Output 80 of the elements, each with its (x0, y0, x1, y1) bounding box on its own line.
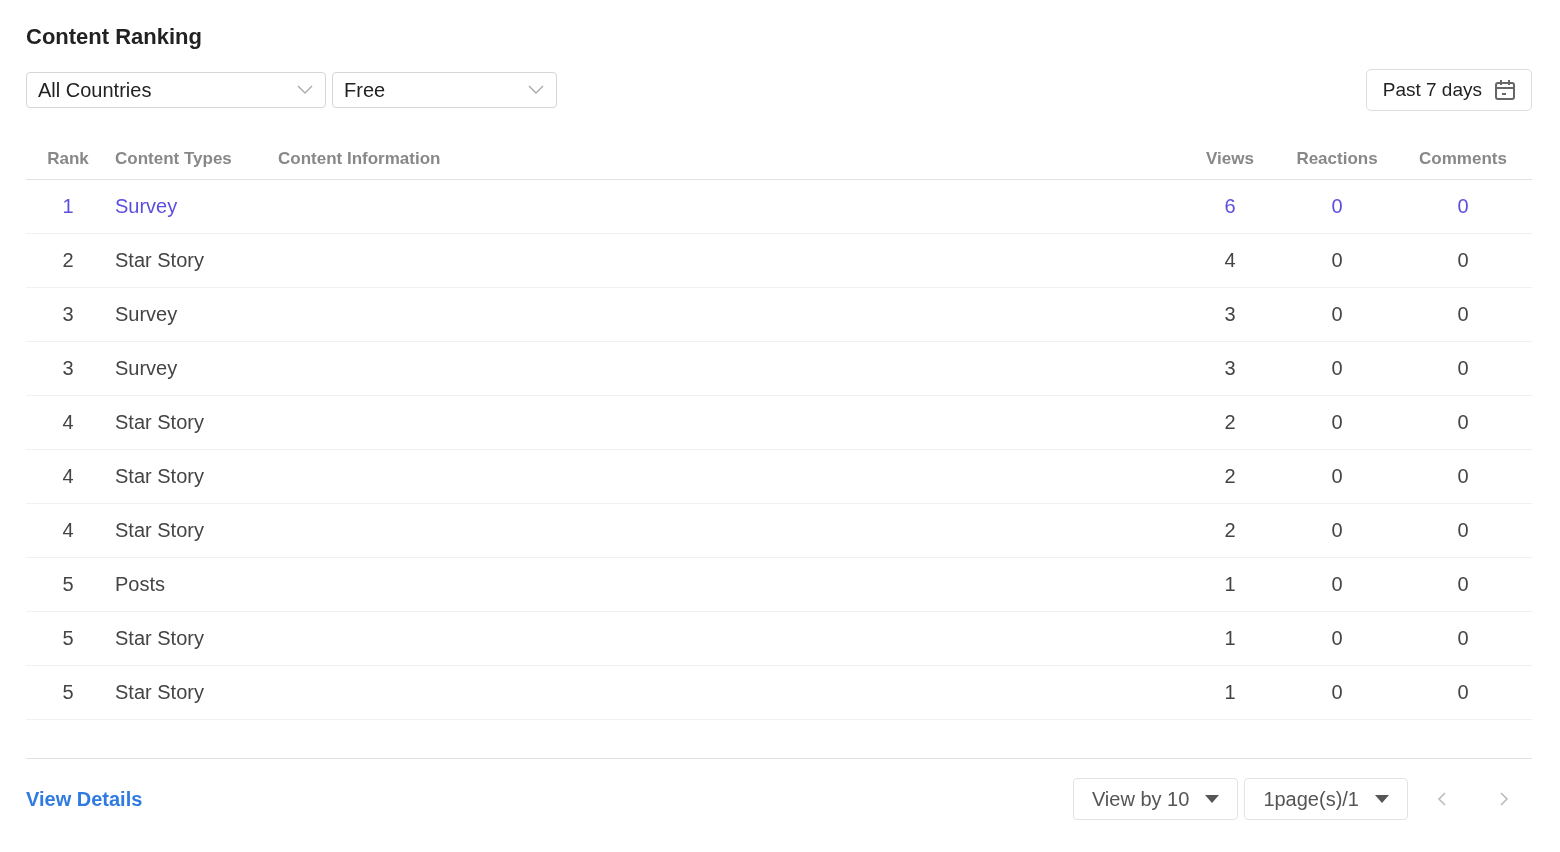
view-details-link[interactable]: View Details (26, 787, 143, 811)
table-cell: 0 (1457, 303, 1469, 326)
column-header: Comments (1419, 148, 1507, 169)
table-cell: 4 (62, 465, 74, 488)
calendar-icon (1494, 79, 1516, 101)
table-cell: 0 (1331, 681, 1343, 704)
table-cell: Survey (115, 195, 178, 218)
table-cell: 0 (1457, 249, 1469, 272)
table-cell: Star Story (115, 681, 204, 704)
chevron-down-icon (297, 85, 313, 95)
column-header: Reactions (1296, 148, 1378, 169)
table-row[interactable]: 5 Posts 1 0 0 (26, 558, 1532, 612)
table-cell: Survey (115, 303, 178, 326)
table-cell: 2 (1224, 465, 1236, 488)
table-cell: 3 (62, 303, 74, 326)
table-cell: Survey (115, 357, 178, 380)
table-row[interactable]: 4 Star Story 2 0 0 (26, 450, 1532, 504)
table-cell: 0 (1331, 357, 1343, 380)
table-row[interactable]: 4 Star Story 2 0 0 (26, 396, 1532, 450)
table-cell: 0 (1457, 195, 1469, 218)
table-cell: 4 (62, 519, 74, 542)
table-cell: 0 (1457, 411, 1469, 434)
table-row[interactable]: 3 Survey 3 0 0 (26, 288, 1532, 342)
column-header: Views (1206, 148, 1254, 169)
table-cell: 0 (1457, 357, 1469, 380)
column-header: Content Types (115, 148, 232, 169)
table-cell: 2 (1224, 519, 1236, 542)
caret-down-icon (1375, 795, 1389, 803)
table-cell: 5 (62, 573, 74, 596)
table-cell: 0 (1331, 573, 1343, 596)
chevron-down-icon (528, 85, 544, 95)
table-cell: 0 (1331, 411, 1343, 434)
date-range-button[interactable]: Past 7 days (1365, 69, 1532, 111)
column-header: Rank (47, 148, 89, 169)
table-cell: 1 (62, 195, 74, 218)
chevron-right-icon (1499, 792, 1509, 806)
table-cell: 5 (62, 681, 74, 704)
page-dropdown[interactable]: 1page(s)/1 (1244, 778, 1408, 820)
table-cell: 1 (1224, 627, 1236, 650)
table-cell: 2 (62, 249, 74, 272)
table-cell: 6 (1224, 195, 1236, 218)
table-row[interactable]: 5 Star Story 1 0 0 (26, 666, 1532, 720)
table-cell: 2 (1224, 411, 1236, 434)
table-row[interactable]: 3 Survey 3 0 0 (26, 342, 1532, 396)
table-row[interactable]: 1 Survey 6 0 0 (26, 180, 1532, 234)
table-cell: 0 (1457, 681, 1469, 704)
table-cell: 3 (62, 357, 74, 380)
table-cell: 4 (1224, 249, 1236, 272)
table-cell: Posts (115, 573, 166, 596)
table-cell: 4 (62, 411, 74, 434)
page-size-dropdown[interactable]: View by 10 (1072, 778, 1239, 820)
filter-dropdown[interactable]: All Countries (26, 72, 326, 108)
column-header: Content Information (278, 148, 441, 169)
table-row[interactable]: 2 Star Story 4 0 0 (26, 234, 1532, 288)
table-cell: Star Story (115, 249, 204, 272)
table-cell: 0 (1331, 465, 1343, 488)
table-cell: 0 (1331, 249, 1343, 272)
table-cell: 0 (1457, 627, 1469, 650)
table-cell: 0 (1331, 627, 1343, 650)
caret-down-icon (1205, 795, 1220, 803)
table-cell: Star Story (115, 411, 204, 434)
table-cell: 0 (1457, 465, 1469, 488)
table-cell: 3 (1224, 357, 1236, 380)
filter-dropdown[interactable]: Free (332, 72, 557, 108)
table-cell: 0 (1457, 573, 1469, 596)
chevron-left-icon (1437, 792, 1447, 806)
table-row[interactable]: 4 Star Story 2 0 0 (26, 504, 1532, 558)
table-cell: 5 (62, 627, 74, 650)
table-cell: 0 (1331, 303, 1343, 326)
table-cell: 0 (1457, 519, 1469, 542)
table-cell: Star Story (115, 465, 204, 488)
table-cell: 1 (1224, 573, 1236, 596)
table-cell: 0 (1331, 195, 1343, 218)
table-row[interactable]: 5 Star Story 1 0 0 (26, 612, 1532, 666)
table-cell: 1 (1224, 681, 1236, 704)
table-cell: 3 (1224, 303, 1236, 326)
section-title: Content Ranking (26, 24, 202, 50)
table-cell: 0 (1331, 519, 1343, 542)
table-cell: Star Story (115, 627, 204, 650)
table-cell: Star Story (115, 519, 204, 542)
